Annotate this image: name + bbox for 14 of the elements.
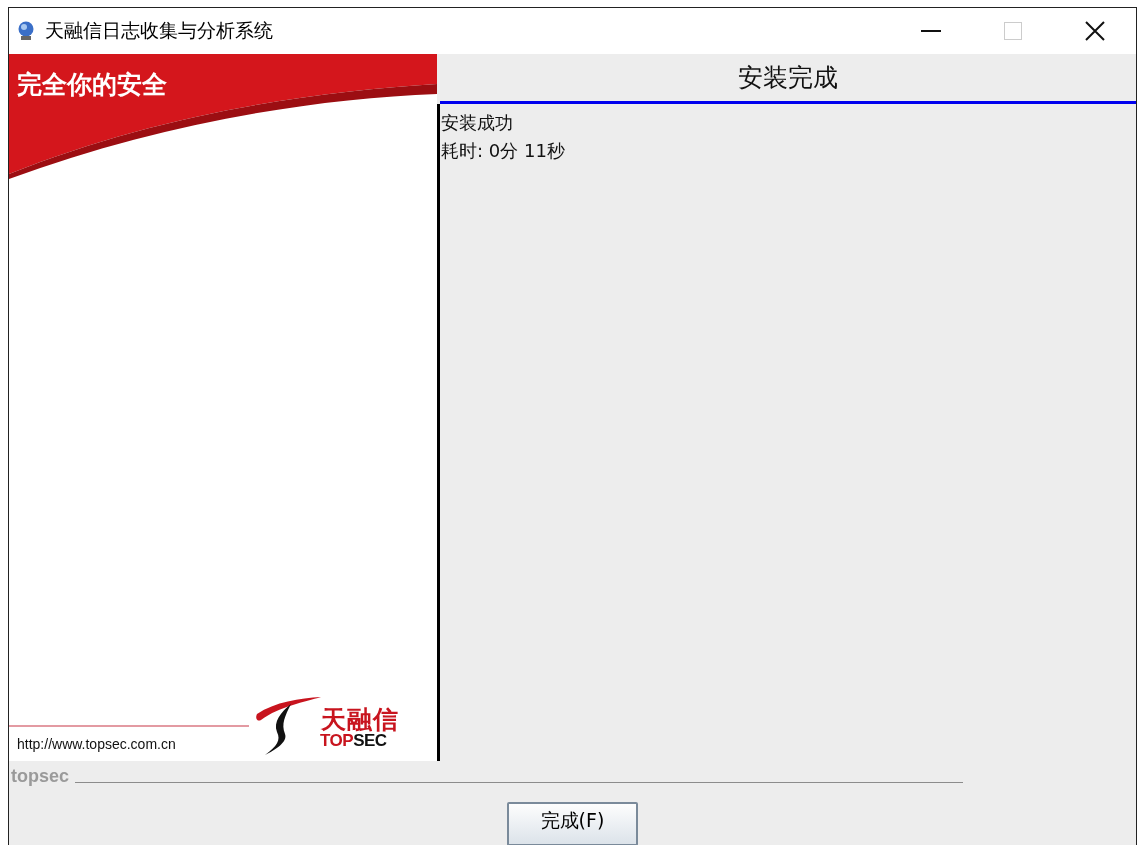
- close-icon[interactable]: [1085, 21, 1105, 41]
- brand-label: topsec: [11, 766, 70, 787]
- logo-text: 天融信: [321, 704, 399, 734]
- maximize-icon[interactable]: [1004, 22, 1022, 40]
- status-text: 安装成功: [441, 111, 514, 135]
- window-title: 天融信日志收集与分析系统: [45, 18, 273, 43]
- slogan-text: 完全你的安全: [17, 69, 167, 101]
- globe-icon: [17, 21, 35, 41]
- logo-wordmark: TOPSEC: [320, 731, 387, 751]
- finish-button[interactable]: 完成(F): [507, 802, 638, 845]
- minimize-icon[interactable]: [921, 30, 941, 32]
- website-url: http://www.topsec.com.cn: [17, 736, 176, 752]
- status-text: 耗时: 0分 11秒: [441, 139, 566, 163]
- page-heading: 安装完成: [440, 54, 1136, 104]
